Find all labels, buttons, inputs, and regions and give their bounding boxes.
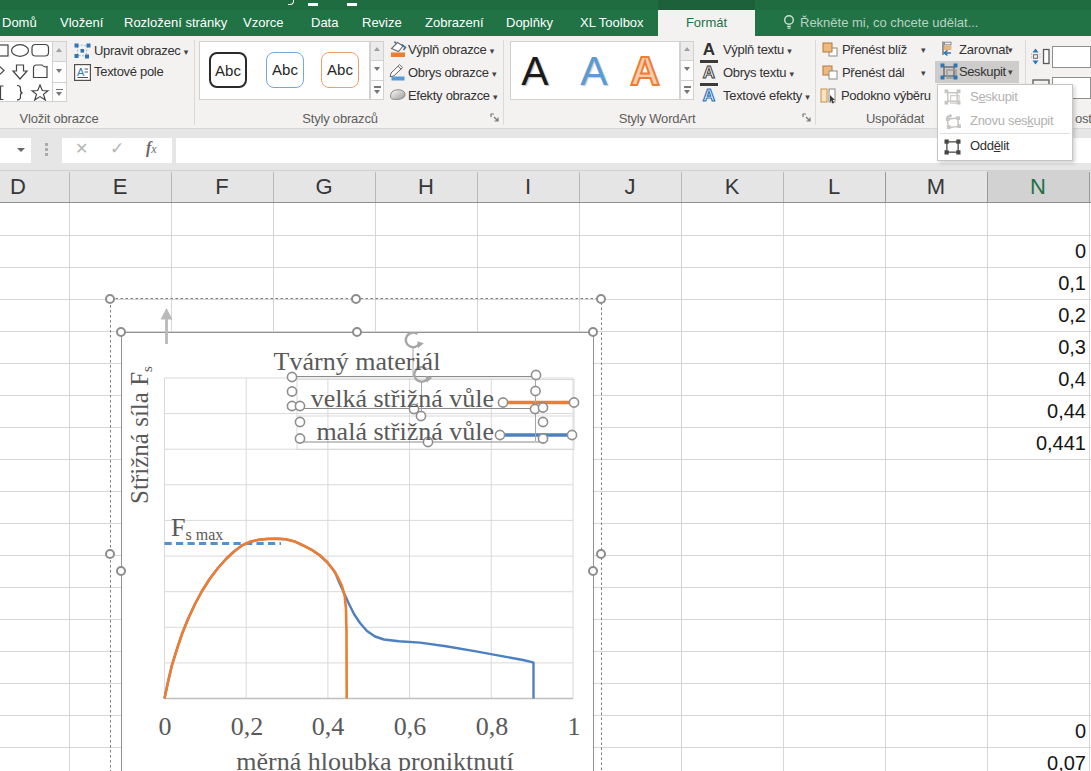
- svg-text:A: A: [77, 66, 85, 78]
